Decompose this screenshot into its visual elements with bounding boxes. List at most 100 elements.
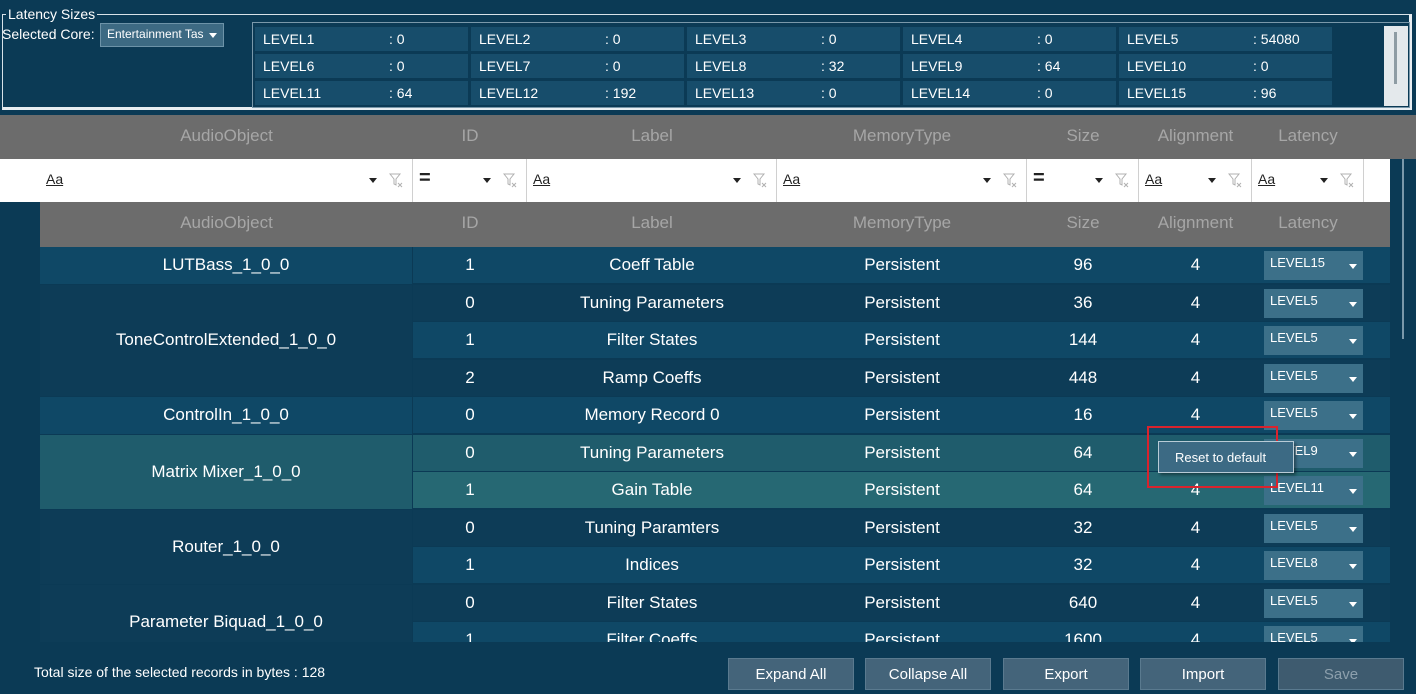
import-button[interactable]: Import xyxy=(1140,658,1266,690)
chevron-down-icon[interactable] xyxy=(983,178,991,183)
clear-filter-icon[interactable] xyxy=(503,172,517,188)
expand-all-button[interactable]: Expand All xyxy=(728,658,854,690)
equals-operator-icon[interactable]: = xyxy=(419,167,431,190)
audio-object-cell[interactable]: ToneControlExtended_1_0_0 xyxy=(40,284,413,397)
chevron-down-icon[interactable] xyxy=(733,178,741,183)
export-button[interactable]: Export xyxy=(1003,658,1129,690)
table-row[interactable]: 0 Tuning Paramters Persistent 32 4 LEVEL5 xyxy=(413,509,1390,547)
filter-audioobject[interactable]: Aa xyxy=(40,159,413,202)
id-cell: 1 xyxy=(465,330,475,349)
collapse-all-button[interactable]: Collapse All xyxy=(865,658,991,690)
label-cell: Filter States xyxy=(606,330,698,349)
latency-dropdown[interactable]: LEVEL5 xyxy=(1264,513,1363,543)
filter-id[interactable]: = xyxy=(413,159,527,202)
save-button[interactable]: Save xyxy=(1278,658,1404,690)
label-cell: Gain Table xyxy=(611,480,693,499)
latency-level-name: LEVEL6 xyxy=(263,58,315,74)
latency-level-value: : 0 xyxy=(389,58,405,74)
latency-dropdown[interactable]: LEVEL11 xyxy=(1264,476,1363,505)
filter-size[interactable]: = xyxy=(1027,159,1139,202)
grouped-header-size[interactable]: Size xyxy=(1027,213,1139,233)
id-cell: 1 xyxy=(465,255,475,274)
grouped-header-id[interactable]: ID xyxy=(413,213,527,233)
grouped-header-memorytype[interactable]: MemoryType xyxy=(777,213,1027,233)
clear-filter-icon[interactable] xyxy=(1003,172,1017,188)
chevron-down-icon[interactable] xyxy=(1095,178,1103,183)
id-cell: 1 xyxy=(465,630,475,642)
column-header-latency[interactable]: Latency xyxy=(1252,126,1364,146)
latency-levels-scrollbar[interactable] xyxy=(1384,26,1408,106)
latency-sizes-group: Latency Sizes Selected Core: Entertainme… xyxy=(0,0,1416,112)
latency-level-value: : 192 xyxy=(605,85,637,101)
grouping-header-bar: AudioObject ID Label MemoryType Size Alignmen… xyxy=(40,202,1390,247)
table-row[interactable]: 2 Ramp Coeffs Persistent 448 4 LEVEL5 xyxy=(413,359,1390,397)
text-match-icon[interactable]: Aa xyxy=(533,171,550,187)
audio-object-cell[interactable]: Router_1_0_0 xyxy=(40,509,413,585)
column-header-alignment[interactable]: Alignment xyxy=(1139,126,1252,146)
latency-dropdown[interactable]: LEVEL15 xyxy=(1264,251,1363,280)
selected-core-dropdown[interactable]: Entertainment Tas xyxy=(100,23,224,47)
table-row[interactable]: 1 Indices Persistent 32 4 LEVEL8 xyxy=(413,547,1390,584)
chevron-down-icon xyxy=(1349,264,1357,269)
column-header-audioobject[interactable]: AudioObject xyxy=(40,126,413,146)
column-header-label[interactable]: Label xyxy=(527,126,777,146)
latency-dropdown[interactable]: LEVEL5 xyxy=(1264,401,1363,430)
latency-level-8: LEVEL8: 32 xyxy=(687,54,900,78)
filter-alignment[interactable]: Aa xyxy=(1139,159,1252,202)
filter-memorytype[interactable]: Aa xyxy=(777,159,1027,202)
equals-operator-icon[interactable]: = xyxy=(1033,167,1045,190)
text-match-icon[interactable]: Aa xyxy=(46,171,63,187)
latency-dropdown[interactable]: LEVEL5 xyxy=(1264,326,1363,355)
grouped-header-label[interactable]: Label xyxy=(527,213,777,233)
table-row[interactable]: 0 Tuning Parameters Persistent 36 4 LEVEL5 xyxy=(413,284,1390,322)
latency-level-name: LEVEL3 xyxy=(695,31,747,47)
column-header-size[interactable]: Size xyxy=(1027,126,1139,146)
audio-object-cell[interactable]: Matrix Mixer_1_0_0 xyxy=(40,434,413,510)
table-row[interactable]: 1 Filter Coeffs Persistent 1600 4 LEVEL5 xyxy=(413,622,1390,642)
latency-dropdown[interactable]: LEVEL8 xyxy=(1264,551,1363,580)
text-match-icon[interactable]: Aa xyxy=(1145,171,1162,187)
id-cell: 0 xyxy=(465,405,475,424)
chevron-down-icon[interactable] xyxy=(1320,178,1328,183)
grouped-header-audioobject[interactable]: AudioObject xyxy=(40,213,413,233)
latency-level-value: : 0 xyxy=(605,31,621,47)
latency-dropdown[interactable]: LEVEL5 xyxy=(1264,288,1363,318)
latency-level-value: : 96 xyxy=(1253,85,1277,101)
chevron-down-icon[interactable] xyxy=(483,178,491,183)
context-menu-item-label: Reset to default xyxy=(1175,450,1267,465)
column-header-id[interactable]: ID xyxy=(413,126,527,146)
table-row[interactable]: 1 Coeff Table Persistent 96 4 LEVEL15 xyxy=(413,247,1390,284)
chevron-down-icon[interactable] xyxy=(369,178,377,183)
latency-dropdown[interactable]: LEVEL5 xyxy=(1264,363,1363,393)
scrollbar-thumb[interactable] xyxy=(1394,32,1397,84)
text-match-icon[interactable]: Aa xyxy=(1258,171,1275,187)
grouped-header-latency[interactable]: Latency xyxy=(1252,213,1364,233)
size-cell: 144 xyxy=(1068,330,1098,349)
table-row[interactable]: 1 Filter States Persistent 144 4 LEVEL5 xyxy=(413,322,1390,359)
filter-latency[interactable]: Aa xyxy=(1252,159,1364,202)
audio-object-cell[interactable]: Parameter Biquad_1_0_0 xyxy=(40,584,413,642)
clear-filter-icon[interactable] xyxy=(1115,172,1129,188)
latency-dropdown[interactable]: LEVEL5 xyxy=(1264,588,1363,618)
grouped-header-alignment[interactable]: Alignment xyxy=(1139,213,1252,233)
latency-level-9: LEVEL9: 64 xyxy=(903,54,1116,78)
clear-filter-icon[interactable] xyxy=(389,172,403,188)
latency-level-2: LEVEL2 : 0 xyxy=(471,27,684,51)
clear-filter-icon[interactable] xyxy=(753,172,767,188)
audio-object-cell[interactable]: LUTBass_1_0_0 xyxy=(40,247,413,285)
text-match-icon[interactable]: Aa xyxy=(783,171,800,187)
memory-type-cell: Persistent xyxy=(864,592,940,612)
table-row[interactable]: 0 Filter States Persistent 640 4 LEVEL5 xyxy=(413,584,1390,622)
clear-filter-icon[interactable] xyxy=(1228,172,1242,188)
latency-dropdown-value: LEVEL5 xyxy=(1270,592,1318,608)
latency-level-name: LEVEL2 xyxy=(479,31,531,47)
filter-label[interactable]: Aa xyxy=(527,159,777,202)
latency-dropdown[interactable]: LEVEL5 xyxy=(1264,626,1363,642)
chevron-down-icon[interactable] xyxy=(1208,178,1216,183)
label-cell: Filter Coeffs xyxy=(606,630,698,642)
clear-filter-icon[interactable] xyxy=(1340,172,1354,188)
column-header-memorytype[interactable]: MemoryType xyxy=(777,126,1027,146)
context-menu-reset-to-default[interactable]: Reset to default xyxy=(1158,441,1294,473)
audio-object-cell[interactable]: ControlIn_1_0_0 xyxy=(40,397,413,435)
grid-vertical-scrollbar[interactable] xyxy=(1402,159,1404,339)
